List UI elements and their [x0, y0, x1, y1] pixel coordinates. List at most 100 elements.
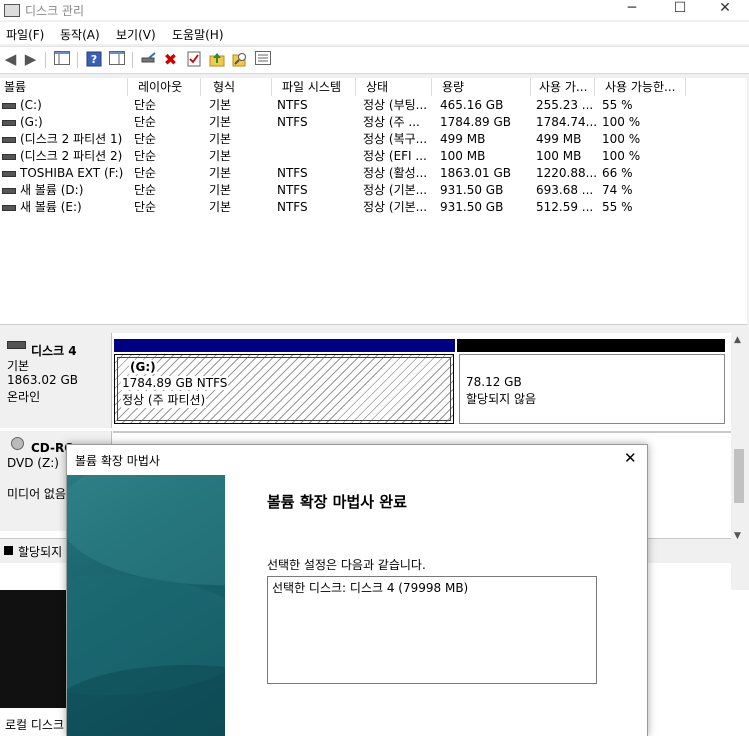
- volume-percent-free: 100 %: [602, 149, 641, 163]
- cdrom-bar: [113, 431, 731, 433]
- maximize-button[interactable]: ☐: [660, 0, 700, 18]
- svg-text:?: ?: [90, 53, 96, 66]
- column-header-status[interactable]: 상태: [356, 78, 432, 96]
- volume-percent-free: 66 %: [602, 166, 633, 180]
- pane-splitter[interactable]: [0, 324, 747, 333]
- volume-icon: [2, 170, 16, 177]
- cdrom-drive: DVD (Z:): [7, 456, 59, 470]
- volume-row[interactable]: TOSHIBA EXT (F:) 단순 기본 NTFS 정상 (활성... 1863.01…: [0, 165, 747, 182]
- volume-status: 정상 (부팅...: [363, 98, 428, 112]
- list-view-icon[interactable]: [254, 51, 271, 68]
- volume-icon: [2, 187, 16, 194]
- volume-icon: [2, 136, 16, 143]
- wizard-settings-textbox[interactable]: 선택한 디스크: 디스크 4 (79998 MB): [267, 576, 597, 684]
- column-header-free-space[interactable]: 사용 가...: [531, 78, 595, 96]
- volume-row[interactable]: (G:) 단순 기본 NTFS 정상 (주 ... 1784.89 GB 1784.74..…: [0, 114, 747, 131]
- column-header-volume[interactable]: 볼륨: [0, 78, 128, 96]
- disk4-size: 1863.02 GB: [7, 373, 78, 387]
- volume-free-space: 499 MB: [536, 132, 582, 146]
- up-folder-icon[interactable]: [208, 51, 225, 68]
- unallocated-partition[interactable]: 78.12 GB 할당되지 않음: [459, 354, 725, 424]
- volume-name-text: (C:): [20, 98, 42, 112]
- volume-layout: 단순: [134, 149, 157, 163]
- connect-icon[interactable]: [140, 51, 157, 68]
- volume-name: (디스크 2 파티션 1): [0, 131, 122, 148]
- scroll-up-icon[interactable]: ▲: [734, 335, 741, 345]
- scroll-thumb[interactable]: [734, 449, 744, 503]
- column-header-capacity[interactable]: 용량: [432, 78, 531, 96]
- volume-type: 기본: [209, 149, 232, 163]
- vertical-scrollbar[interactable]: ▲ ▼: [731, 333, 747, 590]
- volume-free-space: 255.23 ...: [536, 98, 594, 112]
- properties-pane-icon[interactable]: [108, 51, 125, 68]
- volume-row[interactable]: (디스크 2 파티션 2) 단순 기본 정상 (EFI ... 100 MB 100 MB…: [0, 148, 747, 165]
- volume-percent-free: 74 %: [602, 183, 633, 197]
- volume-status: 정상 (활성...: [363, 166, 428, 180]
- volume-capacity: 1863.01 GB: [440, 166, 511, 180]
- cdrom-icon: [11, 437, 24, 450]
- column-header-type[interactable]: 형식: [201, 78, 272, 96]
- volume-row[interactable]: 새 볼륨 (D:) 단순 기본 NTFS 정상 (기본... 931.50 GB 693.6…: [0, 182, 747, 199]
- toolbar-separator: [45, 52, 46, 68]
- menu-help[interactable]: 도움말(H): [172, 26, 224, 43]
- volume-percent-free: 55 %: [602, 200, 633, 214]
- toolbar: ◀ ▶ ? ✖: [0, 46, 749, 74]
- volume-free-space: 100 MB: [536, 149, 582, 163]
- wizard-close-button[interactable]: ✕: [624, 449, 637, 467]
- volume-status: 정상 (기본...: [363, 183, 428, 197]
- volume-filesystem: NTFS: [277, 98, 308, 112]
- column-header-layout[interactable]: 레이아웃: [128, 78, 201, 96]
- title-bar: 디스크 관리 ─ ☐ ✕: [0, 0, 749, 20]
- column-header-filesystem[interactable]: 파일 시스템: [272, 78, 356, 96]
- disk4-type: 기본: [7, 359, 30, 373]
- volume-layout: 단순: [134, 132, 157, 146]
- check-properties-icon[interactable]: [185, 51, 202, 68]
- volume-list: 볼륨 레이아웃 형식 파일 시스템 상태 용량 사용 가... 사용 가능한..…: [0, 78, 747, 324]
- volume-name-text: TOSHIBA EXT (F:): [20, 166, 124, 180]
- volume-status: 정상 (주 ...: [363, 115, 420, 129]
- volume-layout: 단순: [134, 200, 157, 214]
- search-icon[interactable]: [231, 51, 248, 68]
- wizard-title: 볼륨 확장 마법사: [75, 454, 160, 468]
- menu-file[interactable]: 파일(F): [6, 26, 44, 43]
- volume-icon: [2, 119, 16, 126]
- unallocated-legend-swatch: [4, 546, 13, 555]
- help-icon[interactable]: ?: [85, 51, 102, 68]
- disk-management-icon: [4, 4, 20, 17]
- toolbar-separator: [77, 52, 78, 68]
- volume-capacity: 100 MB: [440, 149, 486, 163]
- unallocated-bar: [457, 339, 725, 352]
- cdrom-media: 미디어 없음: [7, 487, 67, 501]
- background-dark-panel: [0, 590, 66, 708]
- volume-type: 기본: [209, 166, 232, 180]
- volume-filesystem: NTFS: [277, 200, 308, 214]
- volume-row[interactable]: 새 볼륨 (E:) 단순 기본 NTFS 정상 (기본... 931.50 GB 512.5…: [0, 199, 747, 216]
- minimize-button[interactable]: ─: [612, 0, 652, 18]
- volume-layout: 단순: [134, 115, 157, 129]
- disk4-info[interactable]: 디스크 4 기본 1863.02 GB 온라인: [0, 333, 112, 428]
- volume-filesystem: NTFS: [277, 115, 308, 129]
- wizard-title-bar: 볼륨 확장 마법사 ✕: [67, 445, 647, 475]
- volume-free-space: 693.68 ...: [536, 183, 594, 197]
- scroll-down-icon[interactable]: ▼: [734, 531, 741, 541]
- volume-layout: 단순: [134, 98, 157, 112]
- volume-free-space: 1220.88...: [536, 166, 598, 180]
- back-arrow-icon[interactable]: ◀: [2, 51, 19, 68]
- delete-icon[interactable]: ✖: [162, 51, 179, 68]
- partition-g-bar: [114, 339, 455, 352]
- volume-row[interactable]: (디스크 2 파티션 1) 단순 기본 정상 (복구... 499 MB 499 MB 10…: [0, 131, 747, 148]
- extend-volume-wizard-dialog: 볼륨 확장 마법사 ✕ 볼륨 확장 마법사 완료 선택한 설정은 다음과 같습니…: [66, 444, 648, 736]
- disk4-name: 디스크 4: [31, 344, 77, 358]
- volume-row[interactable]: (C:) 단순 기본 NTFS 정상 (부팅... 465.16 GB 255.23 ...…: [0, 97, 747, 114]
- volume-icon: [2, 204, 16, 211]
- volume-name-text: 새 볼륨 (D:): [20, 183, 84, 197]
- console-tree-icon[interactable]: [53, 51, 70, 68]
- volume-name-text: (디스크 2 파티션 2): [20, 149, 123, 163]
- menu-action[interactable]: 동작(A): [60, 26, 100, 43]
- menu-view[interactable]: 보기(V): [116, 26, 156, 43]
- partition-g[interactable]: (G:) 1784.89 GB NTFS 정상 (주 파티션): [114, 354, 454, 424]
- forward-arrow-icon[interactable]: ▶: [22, 51, 39, 68]
- close-button[interactable]: ✕: [705, 0, 745, 18]
- column-header-percent-free[interactable]: 사용 가능한...: [595, 78, 686, 96]
- volume-percent-free: 100 %: [602, 132, 641, 146]
